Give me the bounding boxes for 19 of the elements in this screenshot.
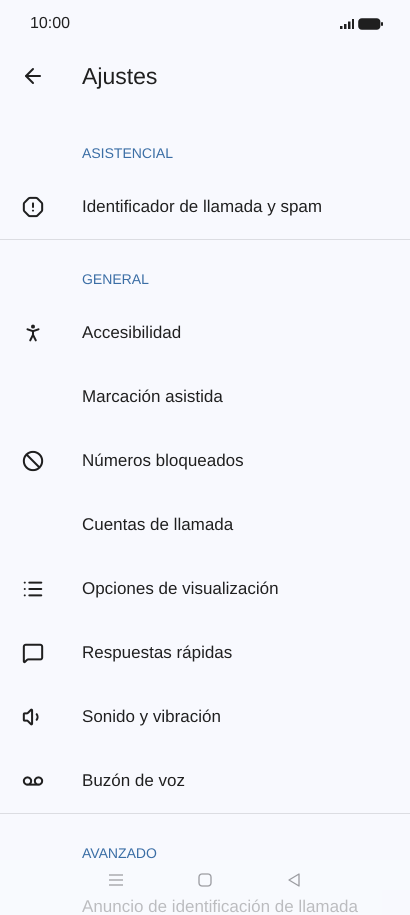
section-heading: ASISTENCIAL (81, 144, 174, 163)
status-time: 10:00 (30, 15, 70, 33)
settings-item[interactable]: Accesibilidad (82, 323, 182, 343)
block-icon (22, 450, 44, 472)
message-icon (22, 642, 44, 664)
settings-item[interactable]: Respuestas rápidas (82, 643, 232, 663)
battery-icon (358, 18, 383, 30)
section-heading: AVANZADO (81, 844, 158, 863)
settings-item[interactable]: Cuentas de llamada (82, 515, 234, 535)
settings-item[interactable]: Números bloqueados (82, 451, 244, 471)
signal-icon (340, 19, 354, 29)
alert-icon (22, 196, 44, 218)
settings-item[interactable]: Opciones de visualización (82, 579, 279, 599)
settings-item[interactable]: Buzón de voz (82, 771, 186, 791)
settings-item[interactable]: Identificador de llamada y spam (82, 197, 322, 217)
settings-item[interactable]: Marcación asistida (82, 387, 223, 407)
section-heading: GENERAL (81, 270, 150, 289)
page-title: Ajustes (82, 62, 158, 90)
settings-item[interactable]: Sonido y vibración (82, 707, 221, 727)
